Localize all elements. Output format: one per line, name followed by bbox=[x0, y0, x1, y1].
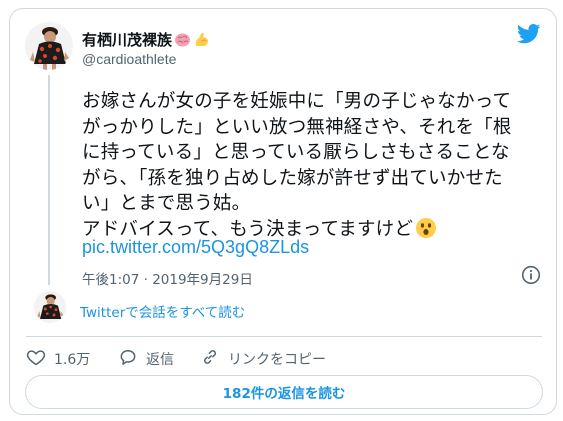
tweet-line: お嫁さんが女の子を妊娠中に「男の子じゃなかって bbox=[82, 91, 512, 112]
read-replies-button[interactable]: 182件の返信を読む bbox=[25, 375, 543, 409]
thread-line bbox=[48, 75, 50, 285]
small-avatar[interactable] bbox=[34, 291, 66, 323]
info-icon[interactable] bbox=[521, 265, 541, 285]
tweet-text: お嫁さんが女の子を妊娠中に「男の子じゃなかって がっかりした」といい放つ無神経さ… bbox=[82, 89, 542, 242]
copy-link-button[interactable]: リンクをコピー bbox=[200, 347, 326, 371]
author-handle[interactable]: @cardioathlete bbox=[82, 51, 176, 67]
read-conversation-link[interactable]: Twitterで会話をすべて読む bbox=[80, 301, 245, 321]
tweet-line: がっかりした」といい放つ無神経さや、それを「根 bbox=[82, 116, 512, 138]
like-button[interactable]: 1.6万 bbox=[26, 347, 90, 371]
display-name[interactable]: 有栖川茂裸族 bbox=[82, 29, 210, 50]
tweet-line: い」とまで思う姑。 bbox=[82, 193, 251, 214]
read-replies-label: 182件の返信を読む bbox=[222, 386, 346, 402]
avatar[interactable] bbox=[25, 22, 73, 70]
author-name: 有栖川茂裸族 bbox=[82, 31, 173, 49]
flexed-biceps-emoji bbox=[193, 31, 210, 48]
tweet-card: 有栖川茂裸族 @cardioathlete お嫁さんが女の子を妊娠中に「男の子じ… bbox=[9, 8, 557, 415]
tweet-media-link[interactable]: pic.twitter.com/5Q3gQ8ZLds bbox=[82, 237, 309, 258]
astonished-face-emoji bbox=[415, 217, 437, 239]
reply-button[interactable]: 返信 bbox=[118, 347, 174, 371]
brain-emoji bbox=[174, 31, 191, 48]
divider bbox=[26, 336, 542, 337]
like-count: 1.6万 bbox=[54, 352, 91, 368]
link-icon bbox=[200, 347, 220, 371]
tweet-line: に持っている」と思っている厭らしさもさることな bbox=[82, 142, 510, 163]
reply-label: 返信 bbox=[146, 352, 174, 368]
heart-icon bbox=[26, 347, 46, 371]
reply-bubble-icon bbox=[118, 347, 138, 371]
tweet-line: がら、「孫を独り占めした嫁が許せず出ていかせた bbox=[82, 167, 503, 189]
copy-link-label: リンクをコピー bbox=[228, 352, 326, 368]
tweet-timestamp[interactable]: 午後1:07 · 2019年9月29日 bbox=[82, 268, 253, 288]
twitter-bird-icon[interactable] bbox=[516, 23, 541, 45]
